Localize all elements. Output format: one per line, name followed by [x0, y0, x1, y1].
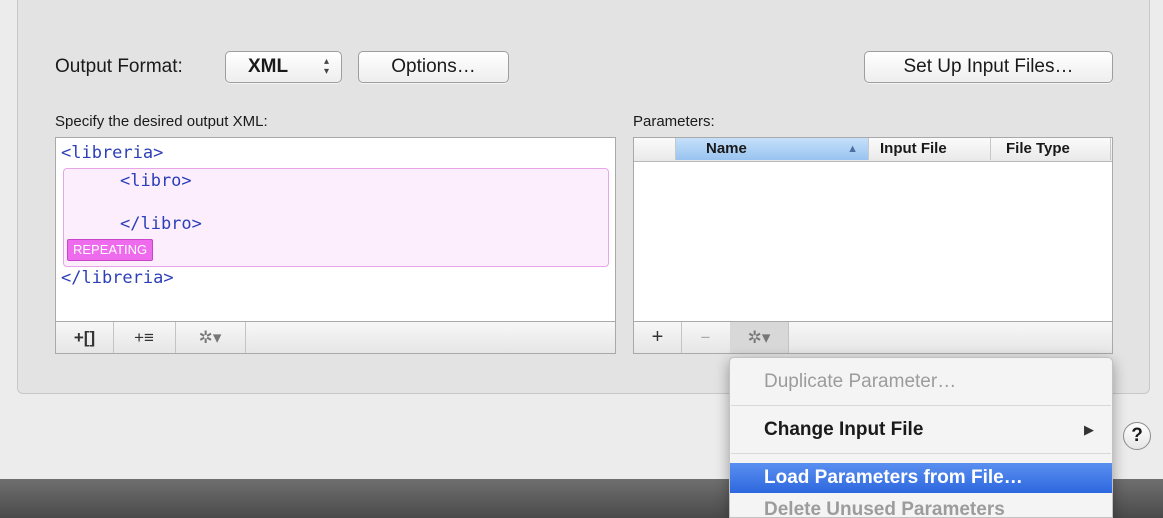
- parameters-gear-menu-button[interactable]: ✲▾: [730, 322, 789, 353]
- column-header-blank: [634, 138, 676, 160]
- help-icon: ?: [1131, 425, 1143, 446]
- xml-gear-menu-button[interactable]: ✲▾: [175, 322, 246, 353]
- output-format-label: Output Format:: [55, 56, 183, 77]
- column-header-name[interactable]: Name ▲: [676, 138, 869, 160]
- menu-item-duplicate-parameter[interactable]: Duplicate Parameter…: [730, 366, 1112, 398]
- menu-item-change-input-file-label: Change Input File: [764, 419, 924, 440]
- add-element-button[interactable]: +[]: [56, 322, 114, 353]
- help-button[interactable]: ?: [1123, 422, 1151, 450]
- xml-line-libreria-close[interactable]: </libreria>: [61, 268, 174, 288]
- select-stepper-icon: ▴ ▾: [323, 56, 329, 77]
- sort-ascending-icon: ▲: [847, 143, 858, 155]
- output-format-value: XML: [248, 56, 289, 77]
- xml-line-libro-open[interactable]: <libro>: [120, 171, 192, 191]
- menu-separator: [731, 453, 1111, 454]
- options-button[interactable]: Options…: [358, 51, 509, 83]
- add-parameter-button[interactable]: +: [634, 322, 682, 353]
- menu-item-change-input-file[interactable]: Change Input File ▶: [730, 414, 1112, 446]
- xml-line-libro-close[interactable]: </libro>: [120, 214, 202, 234]
- column-header-file-type[interactable]: File Type: [991, 138, 1111, 160]
- xml-line-libreria-open[interactable]: <libreria>: [61, 143, 163, 163]
- add-list-button[interactable]: +≡: [113, 322, 176, 353]
- menu-item-delete-unused-parameters[interactable]: Delete Unused Parameters: [730, 494, 1112, 518]
- parameters-context-menu: Duplicate Parameter… Change Input File ▶…: [729, 357, 1113, 518]
- remove-parameter-button[interactable]: −: [681, 322, 731, 353]
- submenu-arrow-icon: ▶: [1084, 422, 1094, 437]
- parameters-table-header: Name ▲ Input File File Type: [634, 138, 1112, 162]
- xml-panel-bottom-bar: +[] +≡ ✲▾: [55, 321, 616, 354]
- parameters-panel-bottom-bar: + − ✲▾: [633, 321, 1113, 354]
- parameters-panel-title: Parameters:: [633, 113, 715, 130]
- menu-separator: [731, 405, 1111, 406]
- repeating-badge: REPEATING: [67, 239, 154, 261]
- xml-panel-title: Specify the desired output XML:: [55, 113, 268, 130]
- menu-item-duplicate-parameter-label: Duplicate Parameter…: [764, 371, 957, 392]
- menu-item-delete-unused-parameters-label: Delete Unused Parameters: [764, 499, 1005, 518]
- menu-item-load-parameters-label: Load Parameters from File…: [764, 467, 1023, 488]
- output-format-select[interactable]: XML ▴ ▾: [225, 51, 342, 83]
- column-header-input-file[interactable]: Input File: [869, 138, 991, 160]
- column-header-name-label: Name: [706, 140, 747, 157]
- set-up-input-files-button[interactable]: Set Up Input Files…: [864, 51, 1113, 83]
- parameters-table[interactable]: Name ▲ Input File File Type: [633, 137, 1113, 322]
- menu-item-load-parameters-from-file[interactable]: Load Parameters from File…: [730, 463, 1112, 493]
